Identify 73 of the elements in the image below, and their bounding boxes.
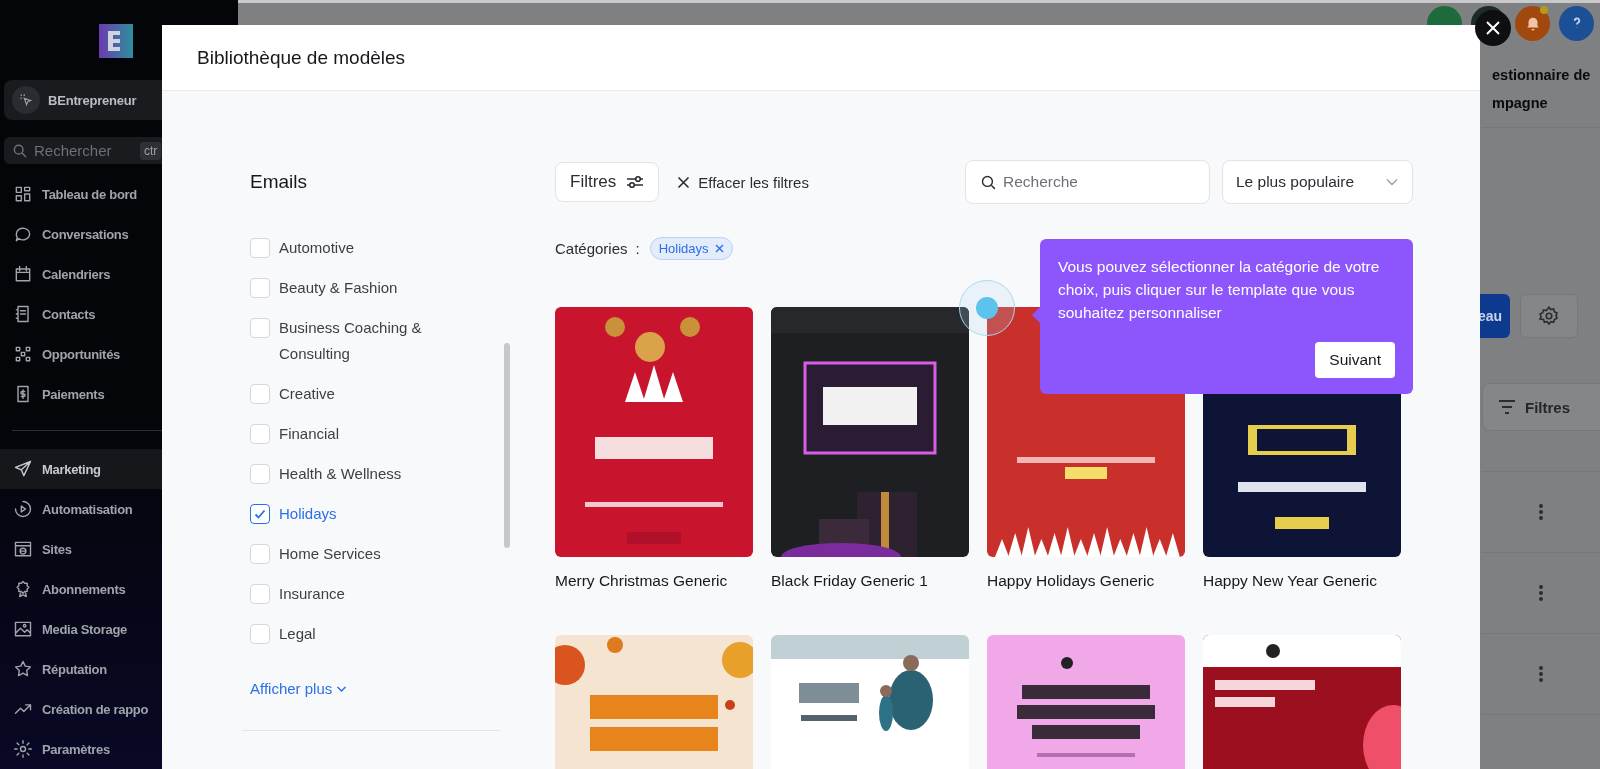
category-label: Home Services <box>279 544 381 564</box>
search-field[interactable]: Rechercher <box>34 137 134 165</box>
nav-item[interactable]: Calendriers <box>0 254 238 295</box>
category-label: Automotive <box>279 238 355 258</box>
template-title[interactable]: Happy New Year Generic <box>1203 572 1401 590</box>
filters-button[interactable]: Filtres <box>555 162 660 202</box>
close-icon <box>677 175 691 189</box>
categories-label: Catégories <box>555 240 628 257</box>
show-more-link[interactable]: Afficher plus <box>250 680 348 697</box>
nav-item[interactable]: Conversations <box>0 214 238 255</box>
nav-item[interactable]: Opportunités <box>0 334 238 375</box>
search-field[interactable]: Recherche <box>1003 161 1193 203</box>
nav-item[interactable]: Création de rappo <box>0 689 238 729</box>
template-title[interactable]: Merry Christmas Generic <box>555 572 753 590</box>
help-icon[interactable] <box>1559 5 1594 41</box>
checkbox[interactable] <box>250 504 270 524</box>
close-button[interactable] <box>1475 10 1511 46</box>
template-title[interactable]: Black Friday Generic 1 <box>771 572 969 590</box>
search-box[interactable]: Recherche <box>965 160 1210 204</box>
category-chip[interactable]: Holidays <box>649 237 733 260</box>
section-heading: Emails <box>250 171 308 193</box>
nav-item[interactable]: Sites <box>0 529 238 569</box>
chevron-down-icon <box>1386 178 1398 186</box>
category-label: Insurance <box>279 584 345 604</box>
remove-icon[interactable] <box>714 244 724 253</box>
nav-icon <box>13 619 33 639</box>
sliders-icon <box>626 175 645 189</box>
sort-dropdown[interactable]: Le plus populaire <box>1222 160 1413 204</box>
settings-button[interactable] <box>1520 294 1578 338</box>
category-label: Business Coaching & Consulting <box>279 318 423 364</box>
more-icon[interactable] <box>1538 584 1544 602</box>
filter-button[interactable]: Filtres <box>1482 383 1600 431</box>
separator-text: : <box>635 240 640 257</box>
nav-icon <box>13 539 33 559</box>
check-icon <box>253 507 267 521</box>
next-button[interactable]: Suivant <box>1315 342 1395 378</box>
more-icon[interactable] <box>1538 503 1544 521</box>
nav-item[interactable]: Paiements <box>0 374 238 415</box>
nav-item[interactable]: Media Storage <box>0 609 238 649</box>
nav-item[interactable]: Réputation <box>0 649 238 689</box>
template-title[interactable]: Happy Holidays Generic <box>987 572 1185 590</box>
category-label: Legal <box>279 624 316 644</box>
nav-icon <box>13 499 33 519</box>
bell-icon[interactable] <box>1515 5 1550 41</box>
cursor-icon <box>12 86 40 115</box>
nav-item[interactable]: Paramètres <box>0 729 238 769</box>
search-icon <box>12 142 28 159</box>
nav-icon <box>13 659 33 679</box>
modal-title: Bibliothèque de modèles <box>197 46 406 69</box>
category-label: Creative <box>279 384 335 404</box>
nav-icon <box>13 739 33 759</box>
close-icon <box>1485 20 1501 36</box>
nav-item[interactable]: Contacts <box>0 294 238 335</box>
gear-icon <box>1538 305 1560 327</box>
account-name: BEntrepreneur <box>48 92 137 108</box>
search-icon <box>980 173 997 191</box>
nav-item[interactable]: Automatisation <box>0 489 238 529</box>
shortcut-hint: ctr <box>140 141 162 160</box>
scrollbar-thumb[interactable] <box>504 343 510 548</box>
filter-icon <box>1497 399 1517 415</box>
clear-filters-button[interactable]: Effacer les filtres <box>677 173 809 191</box>
hotspot-icon <box>959 280 1015 336</box>
tooltip-text: Vous pouvez sélectionner la catégorie de votre choix, puis cliquer sur le template que vous souhaitez personnaliser <box>1058 257 1381 323</box>
category-label: Holidays <box>279 504 337 524</box>
nav-item[interactable]: Abonnements <box>0 569 238 609</box>
logo-icon <box>99 24 133 58</box>
nav-icon <box>13 459 33 479</box>
category-label: Financial <box>279 424 340 444</box>
category-label: Health & Wellness <box>279 464 402 484</box>
more-icon[interactable] <box>1538 665 1544 683</box>
category-label: Beauty & Fashion <box>279 278 398 298</box>
chevron-down-icon <box>336 684 348 693</box>
nav-item[interactable]: Tableau de bord <box>0 174 238 215</box>
